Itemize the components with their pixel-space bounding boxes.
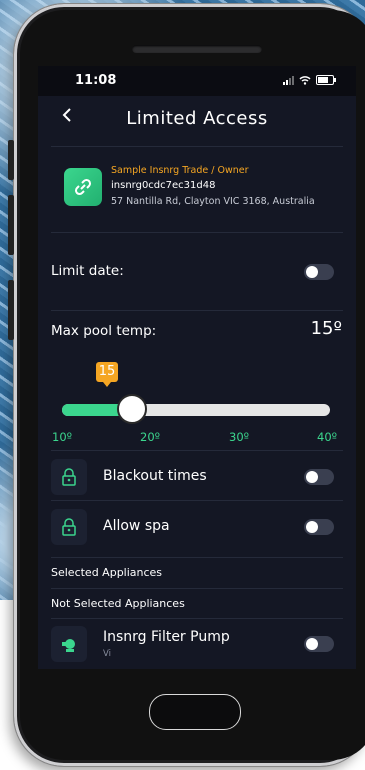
account-owner: Sample Insnrg Trade / Owner	[111, 165, 249, 176]
divider	[51, 618, 343, 619]
header: Limited Access	[38, 96, 356, 142]
appliance-subtitle: Vi	[103, 649, 111, 659]
divider	[51, 450, 343, 451]
allow-spa-label: Allow spa	[103, 518, 170, 534]
blackout-times-toggle[interactable]	[304, 469, 334, 485]
lock-icon	[51, 459, 87, 495]
status-icons	[283, 75, 336, 85]
temp-slider-thumb[interactable]	[116, 394, 147, 424]
divider	[51, 310, 343, 311]
divider	[51, 588, 343, 589]
home-button[interactable]	[149, 694, 241, 730]
tick-label: 40º	[317, 430, 338, 444]
account-id: insnrg0cdc7ec31d48	[111, 180, 216, 191]
mute-switch	[8, 140, 14, 180]
allow-spa-toggle[interactable]	[304, 519, 334, 535]
slider-value-badge: 15	[96, 362, 118, 387]
selected-appliances-heading: Selected Appliances	[51, 566, 163, 579]
signal-icon	[283, 75, 294, 85]
pump-icon	[51, 626, 87, 662]
status-time: 11:08	[75, 73, 117, 88]
divider	[51, 232, 343, 233]
link-icon	[64, 168, 102, 206]
tick-label: 10º	[52, 430, 73, 444]
earpiece-speaker	[132, 45, 262, 53]
lock-icon	[51, 509, 87, 545]
divider	[51, 146, 343, 147]
blackout-times-label: Blackout times	[103, 468, 207, 484]
limit-date-toggle[interactable]	[304, 264, 334, 280]
app-screen: 11:08 Limited Access Sample Insnrg Trade…	[38, 66, 356, 669]
wifi-icon	[299, 76, 311, 85]
max-pool-temp-value: 15º	[310, 318, 342, 339]
divider	[51, 500, 343, 501]
tick-label: 30º	[229, 430, 250, 444]
appliance-name: Insnrg Filter Pump	[103, 629, 230, 645]
not-selected-appliances-heading: Not Selected Appliances	[51, 597, 185, 610]
volume-up-button	[8, 195, 14, 255]
status-bar: 11:08	[38, 66, 356, 96]
volume-down-button	[8, 280, 14, 340]
divider	[51, 557, 343, 558]
account-address: 57 Nantilla Rd, Clayton VIC 3168, Austra…	[111, 196, 315, 207]
appliance-toggle[interactable]	[304, 636, 334, 652]
page-title: Limited Access	[126, 108, 268, 129]
tick-label: 20º	[140, 430, 161, 444]
max-pool-temp-label: Max pool temp:	[51, 323, 157, 339]
battery-icon	[316, 75, 336, 85]
limit-date-label: Limit date:	[51, 263, 124, 279]
